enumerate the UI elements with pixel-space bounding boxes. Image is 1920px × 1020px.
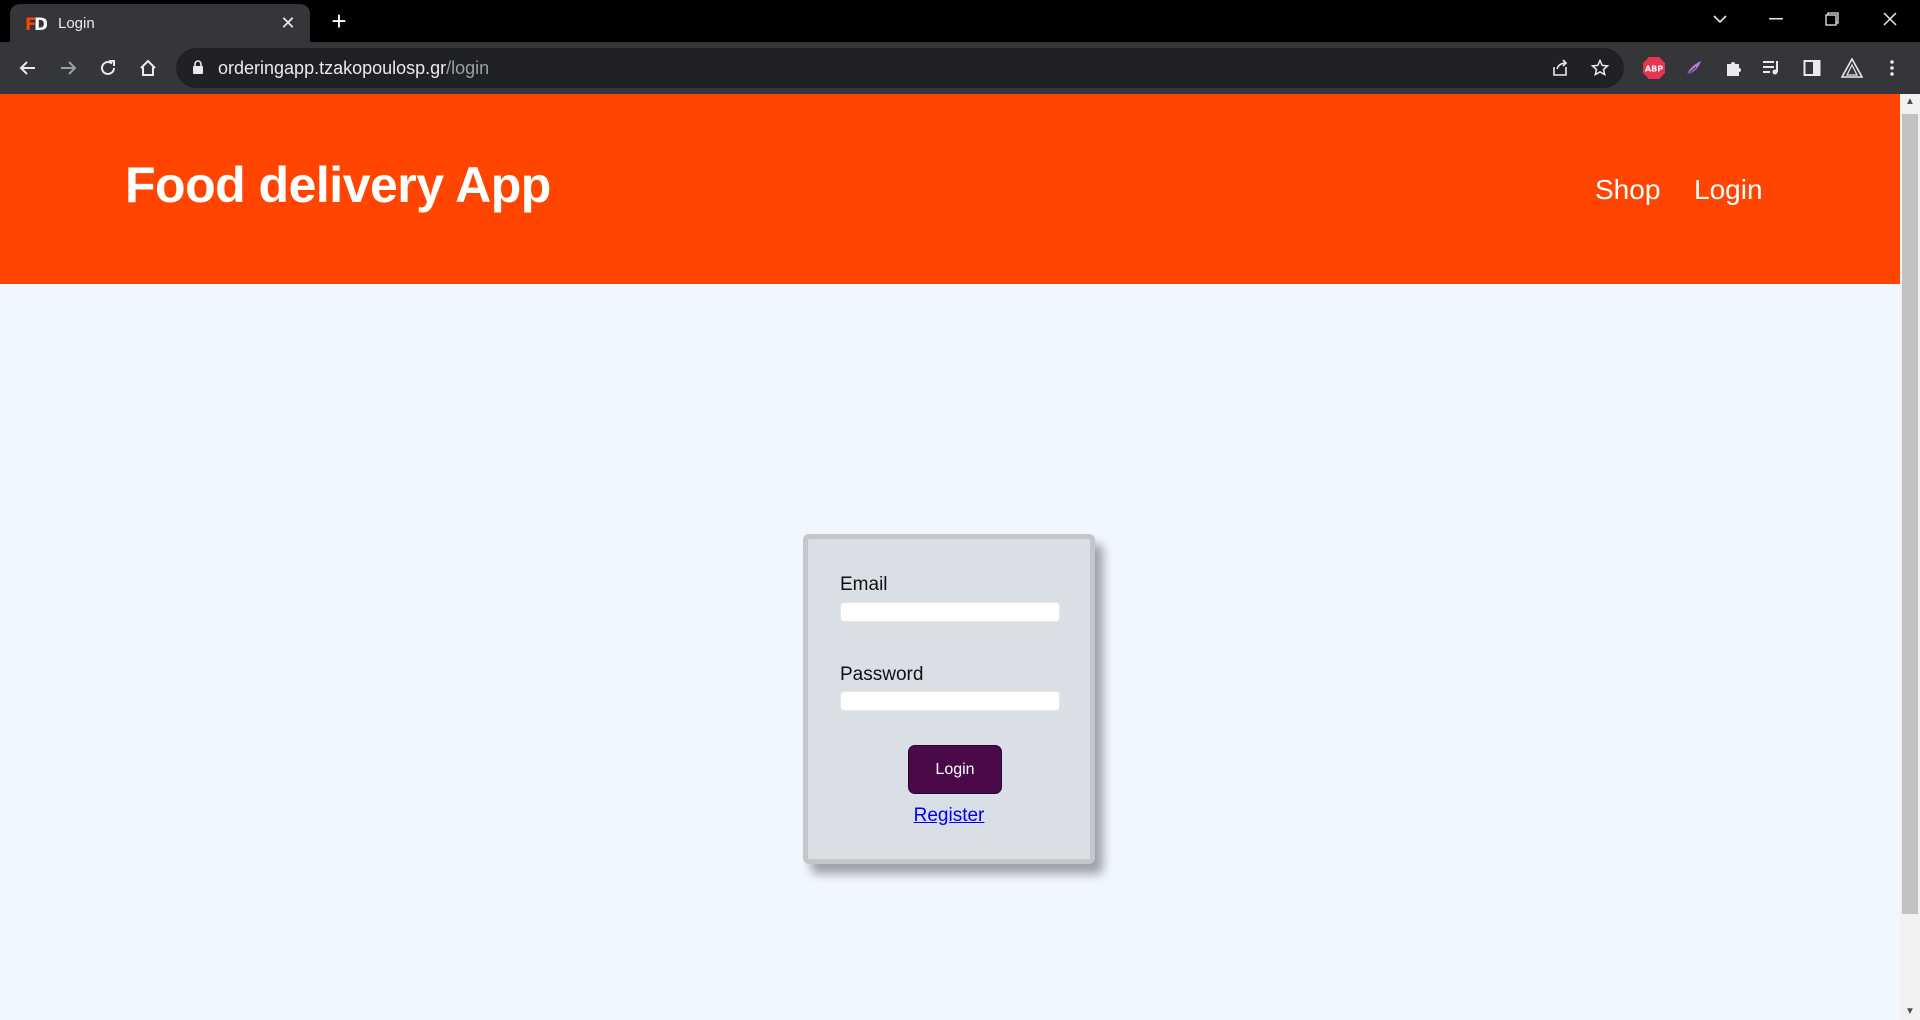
tab-close-icon[interactable]: ✕: [274, 13, 302, 34]
close-window-icon[interactable]: [1862, 0, 1918, 38]
email-label: Email: [840, 574, 888, 595]
abp-label: ABP: [1645, 65, 1663, 74]
login-button[interactable]: Login: [908, 745, 1002, 794]
tab-search-icon[interactable]: [1692, 0, 1748, 38]
lock-icon[interactable]: [192, 60, 204, 80]
password-label: Password: [840, 664, 924, 685]
menu-icon[interactable]: [1878, 54, 1906, 82]
register-link[interactable]: Register: [808, 805, 1090, 827]
scroll-down-icon[interactable]: ▼: [1900, 1004, 1920, 1020]
restore-icon[interactable]: [1804, 0, 1860, 38]
browser-tab-bar: FD Login ✕ +: [0, 0, 1920, 42]
address-bar[interactable]: orderingapp.tzakopoulosp.gr/login: [176, 48, 1624, 88]
triangle-extension-icon[interactable]: [1838, 54, 1866, 82]
fd-logo-icon: FD: [24, 11, 48, 35]
reload-icon[interactable]: [92, 52, 124, 84]
url-text: orderingapp.tzakopoulosp.gr/login: [218, 58, 489, 79]
site-header: Food delivery App Shop Login: [0, 94, 1900, 284]
new-tab-button[interactable]: +: [324, 6, 354, 36]
password-field[interactable]: [840, 691, 1060, 711]
minimize-icon[interactable]: [1748, 0, 1804, 38]
scroll-up-icon[interactable]: ▲: [1900, 94, 1920, 110]
home-icon[interactable]: [132, 52, 164, 84]
star-icon[interactable]: [1588, 56, 1612, 80]
browser-toolbar: orderingapp.tzakopoulosp.gr/login ABP: [0, 42, 1920, 94]
nav-login-link[interactable]: Login: [1694, 174, 1763, 206]
sidepanel-icon[interactable]: [1798, 54, 1826, 82]
page-scrollbar[interactable]: ▲ ▼: [1900, 94, 1920, 1020]
scroll-thumb[interactable]: [1902, 114, 1918, 914]
puzzle-icon[interactable]: [1720, 54, 1748, 82]
browser-tab[interactable]: FD Login ✕: [10, 4, 310, 42]
nav-shop-link[interactable]: Shop: [1595, 174, 1660, 206]
url-path: /login: [446, 58, 490, 78]
media-icon[interactable]: [1758, 54, 1786, 82]
abp-extension-icon[interactable]: ABP: [1640, 54, 1668, 82]
site-title[interactable]: Food delivery App: [125, 156, 551, 214]
url-host: orderingapp.tzakopoulosp.gr: [218, 58, 447, 78]
tab-title: Login: [58, 14, 95, 32]
login-form: Email Password Login Register: [803, 534, 1095, 864]
forward-icon[interactable]: [52, 52, 84, 84]
feather-extension-icon[interactable]: [1680, 54, 1708, 82]
back-icon[interactable]: [12, 52, 44, 84]
share-icon[interactable]: [1548, 56, 1572, 80]
page-viewport: Food delivery App Shop Login Email Passw…: [0, 94, 1900, 1020]
email-field[interactable]: [840, 602, 1060, 622]
svg-text:D: D: [34, 15, 47, 33]
